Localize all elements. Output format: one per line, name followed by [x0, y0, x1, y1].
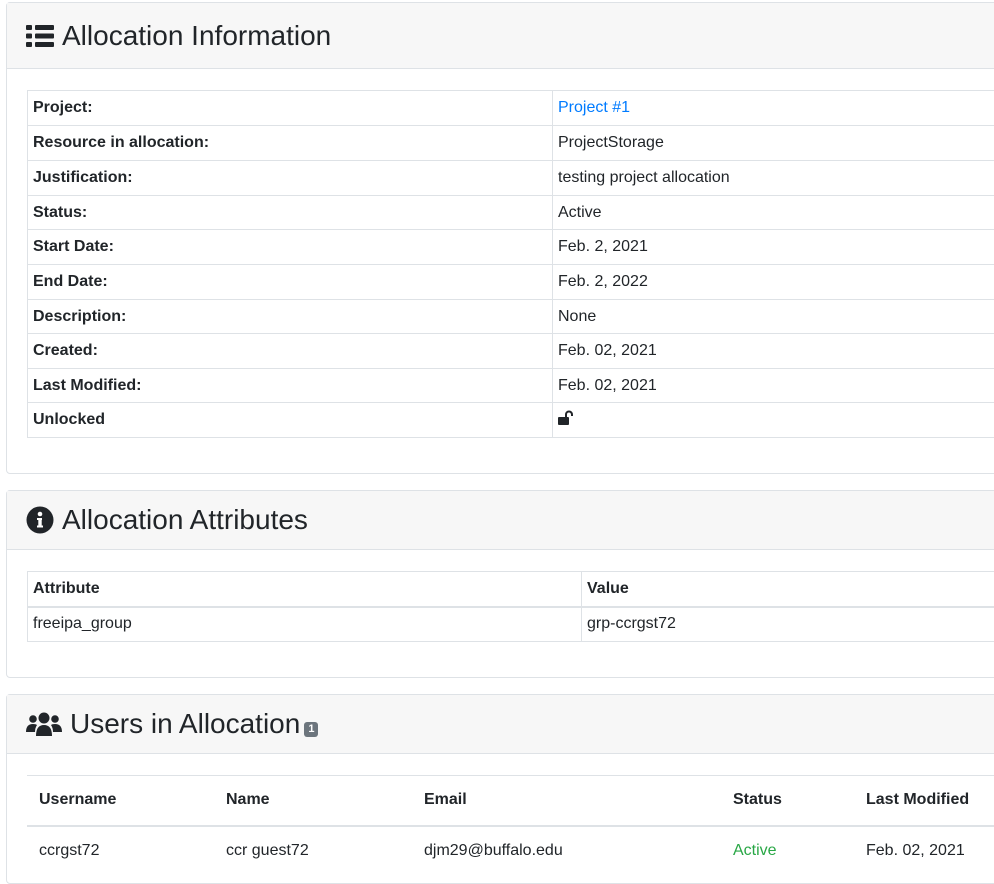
row-label-created: Created:: [28, 334, 553, 369]
column-header-attribute: Attribute: [28, 572, 582, 607]
table-row: Justification: testing project allocatio…: [28, 161, 994, 196]
info-circle-icon: [26, 506, 54, 534]
row-value-resource: ProjectStorage: [553, 126, 994, 161]
table-row: Status: Active: [28, 196, 994, 230]
table-row: Project: Project #1: [28, 91, 994, 126]
allocation-information-header: Allocation Information: [7, 3, 994, 69]
table-row: Created: Feb. 02, 2021: [28, 334, 994, 369]
table-row: Resource in allocation: ProjectStorage: [28, 126, 994, 161]
row-value-unlocked: [553, 403, 994, 438]
row-value-start-date: Feb. 2, 2021: [553, 230, 994, 265]
allocation-information-card: Allocation Information Project: Project …: [6, 2, 994, 474]
attribute-name: freeipa_group: [28, 607, 582, 642]
user-count-badge: 1: [304, 722, 318, 737]
allocation-information-title-text: Allocation Information: [62, 20, 331, 52]
column-header-value: Value: [582, 572, 994, 607]
column-header-username: Username: [27, 776, 214, 826]
allocation-attributes-table: Attribute Value freeipa_group grp-ccrgst…: [27, 571, 994, 642]
row-value-created: Feb. 02, 2021: [553, 334, 994, 369]
row-value-end-date: Feb. 2, 2022: [553, 265, 994, 300]
user-status: Active: [721, 826, 854, 876]
unlock-icon: [558, 413, 576, 430]
row-label-project: Project:: [28, 91, 553, 126]
row-label-end-date: End Date:: [28, 265, 553, 300]
allocation-info-table: Project: Project #1 Resource in allocati…: [27, 90, 994, 438]
allocation-attributes-card: Allocation Attributes Attribute Value fr…: [6, 490, 994, 678]
row-label-unlocked: Unlocked: [28, 403, 553, 438]
row-value-last-modified: Feb. 02, 2021: [553, 369, 994, 403]
table-header-row: Username Name Email Status Last Modified: [27, 776, 994, 826]
table-row: freeipa_group grp-ccrgst72: [28, 607, 994, 642]
allocation-attributes-title: Allocation Attributes: [26, 504, 308, 536]
users-in-allocation-card: Users in Allocation 1 Username Name Emai…: [6, 694, 994, 884]
column-header-name: Name: [214, 776, 412, 826]
column-header-last-modified: Last Modified: [854, 776, 994, 826]
users-icon: [26, 711, 62, 737]
row-label-description: Description:: [28, 300, 553, 334]
user-last-modified: Feb. 02, 2021: [854, 826, 994, 876]
row-label-justification: Justification:: [28, 161, 553, 196]
users-in-allocation-title-text: Users in Allocation: [70, 708, 300, 740]
row-label-start-date: Start Date:: [28, 230, 553, 265]
row-label-resource: Resource in allocation:: [28, 126, 553, 161]
user-username: ccrgst72: [27, 826, 214, 876]
allocation-attributes-header: Allocation Attributes: [7, 491, 994, 550]
row-value-justification: testing project allocation: [553, 161, 994, 196]
table-row: ccrgst72 ccr guest72 djm29@buffalo.edu A…: [27, 826, 994, 876]
table-row: Last Modified: Feb. 02, 2021: [28, 369, 994, 403]
table-row: Start Date: Feb. 2, 2021: [28, 230, 994, 265]
row-value-description: None: [553, 300, 994, 334]
column-header-status: Status: [721, 776, 854, 826]
list-icon: [26, 24, 54, 48]
project-link[interactable]: Project #1: [558, 99, 630, 116]
attribute-value: grp-ccrgst72: [582, 607, 994, 642]
users-in-allocation-title: Users in Allocation 1: [26, 708, 318, 740]
column-header-email: Email: [412, 776, 721, 826]
users-table: Username Name Email Status Last Modified…: [27, 775, 994, 876]
table-row: Description: None: [28, 300, 994, 334]
row-label-last-modified: Last Modified:: [28, 369, 553, 403]
row-value-project: Project #1: [553, 91, 994, 126]
table-row: End Date: Feb. 2, 2022: [28, 265, 994, 300]
row-value-status: Active: [553, 196, 994, 230]
users-in-allocation-header: Users in Allocation 1: [7, 695, 994, 754]
allocation-attributes-title-text: Allocation Attributes: [62, 504, 308, 536]
row-label-status: Status:: [28, 196, 553, 230]
user-name: ccr guest72: [214, 826, 412, 876]
user-email: djm29@buffalo.edu: [412, 826, 721, 876]
table-row: Unlocked: [28, 403, 994, 438]
table-header-row: Attribute Value: [28, 572, 994, 607]
allocation-information-title: Allocation Information: [26, 20, 331, 52]
